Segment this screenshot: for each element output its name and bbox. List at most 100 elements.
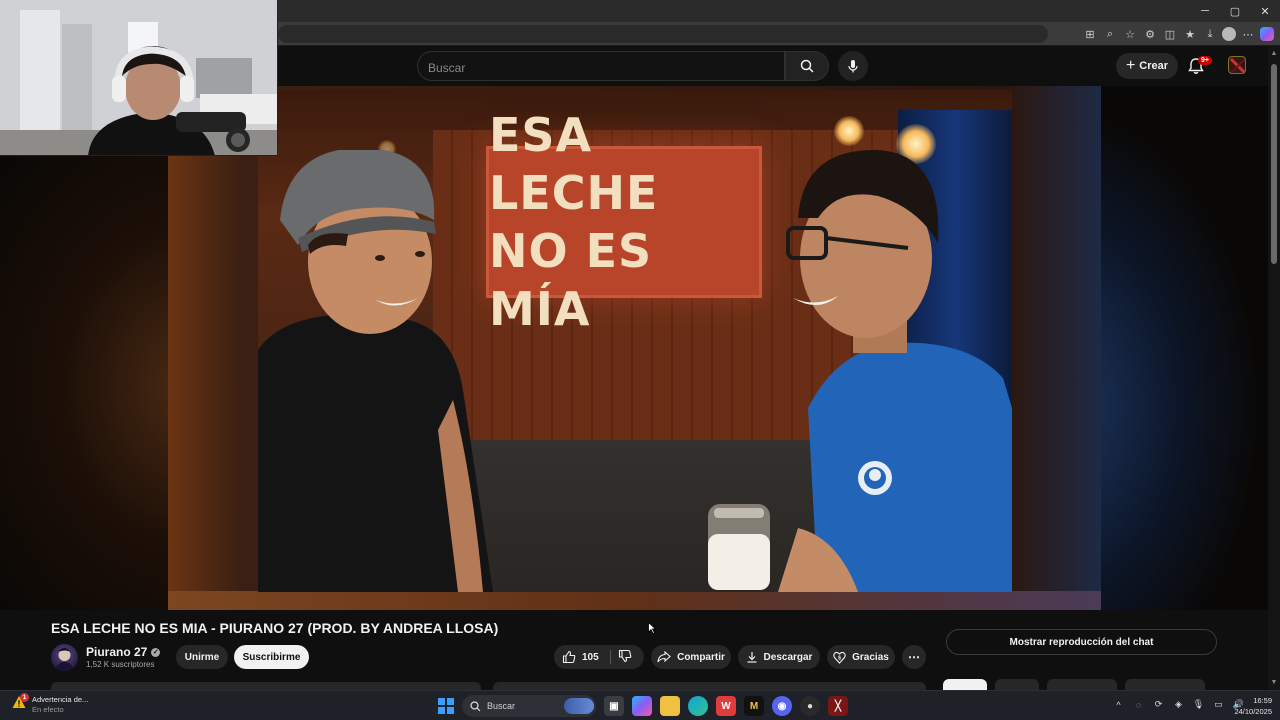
discord-app-icon[interactable]: ◉ [772,696,792,716]
more-actions-button[interactable]: ⋯ [902,645,926,669]
warning-count-badge: 1 [20,693,29,702]
capcut-app-icon[interactable]: M [744,696,764,716]
download-label: Descargar [763,651,813,663]
thumbs-up-icon[interactable] [562,650,576,664]
video-player[interactable]: ESA LECHE NO ES MÍA [0,86,1268,610]
taskbar-search-label: Buscar [487,701,516,711]
filter-chip[interactable] [1047,679,1117,690]
search-button[interactable] [785,51,829,81]
share-button[interactable]: Compartir [651,645,731,669]
scroll-up-arrow-icon[interactable]: ▲ [1270,50,1278,57]
webcam-scene [0,0,277,155]
notification-count-badge: 9+ [1198,56,1212,65]
close-icon[interactable]: ✕ [1250,0,1280,22]
sign-text-line2: NO ES MÍA [489,224,653,336]
file-explorer-icon[interactable] [660,696,680,716]
download-icon [747,652,757,663]
search-highlight-image [564,698,594,714]
tray-sync-icon[interactable]: ⟳ [1152,698,1165,711]
subscriber-count: 1,52 K suscriptores [86,660,155,669]
warning-title: Advertencia de... [32,695,89,704]
verified-check-icon: ✓ [151,647,161,657]
task-view-icon[interactable]: ▣ [604,696,624,716]
channel-name: Piurano 27 [86,645,148,659]
video-frame-edge [168,591,1101,610]
extensions-icon[interactable]: ⚙ [1142,26,1158,42]
person-left-illustration [258,150,493,592]
account-avatar[interactable] [1228,56,1246,74]
thanks-button[interactable]: $ Gracias [827,645,895,669]
filter-chip[interactable] [943,679,987,690]
url-field[interactable] [278,25,1048,43]
thumbs-down-icon[interactable] [618,649,632,663]
filter-chip[interactable] [1125,679,1205,690]
downloads-icon[interactable]: ⤓ [1202,26,1218,42]
video-thumbnail-scene: ESA LECHE NO ES MÍA [258,90,1012,592]
scroll-down-arrow-icon[interactable]: ▼ [1270,679,1278,686]
copilot-icon[interactable] [1260,27,1274,41]
voice-search-button[interactable] [838,51,868,81]
taskbar-search-box[interactable]: Buscar [462,695,596,717]
warning-icon: 1 [12,693,29,709]
thanks-label: Gracias [852,651,889,663]
taskbar-clock[interactable]: 16:59 24/10/2025 [1228,695,1272,717]
svg-text:$: $ [838,655,841,661]
video-sign: ESA LECHE NO ES MÍA [486,108,762,336]
like-count[interactable]: 105 [582,652,599,663]
search-icon [800,59,814,73]
description-box-edge[interactable] [51,682,481,690]
channel-name-link[interactable]: Piurano 27 ✓ [86,645,161,659]
taskbar-pinned-apps: ▣ W M ◉ ● ╳ [604,696,848,716]
app-grid-icon[interactable]: ⊞ [1082,26,1098,42]
screen: ─ ▢ ✕ ⊞ ⌕ ☆ ⚙ ◫ ★ ⤓ ⋯ Buscar + Crear 9+ … [0,0,1280,720]
description-box-edge[interactable] [493,682,926,690]
start-menu-windows-icon[interactable] [438,698,454,714]
plus-icon: + [1125,57,1136,74]
video-title: ESA LECHE NO ES MIA - PIURANO 27 (PROD. … [51,620,499,636]
warning-text: Advertencia de... En efecto [32,695,88,715]
steam-app-icon[interactable]: ● [800,696,820,716]
warning-subtitle: En efecto [32,705,64,714]
browser-toolbar-icons: ⊞ ⌕ ☆ ⚙ ◫ ★ ⤓ ⋯ [1082,24,1274,44]
copilot-app-icon[interactable] [632,696,652,716]
share-label: Compartir [677,651,725,663]
super-thanks-icon: $ [833,651,846,664]
tray-shield-icon[interactable]: ◈ [1172,698,1185,711]
clock-date: 24/10/2025 [1234,707,1272,716]
profile-avatar-icon[interactable] [1222,27,1236,41]
microphone-icon[interactable]: 🎙 [1192,698,1205,711]
webcam-overlay [0,0,278,156]
tray-app-icon[interactable]: ◌ [1132,698,1145,711]
window-controls: ─ ▢ ✕ [1190,0,1280,22]
join-button[interactable]: Unirme [176,645,228,669]
download-button[interactable]: Descargar [738,645,820,669]
filter-chip[interactable] [995,679,1039,690]
page-scrollbar[interactable]: ▲ ▼ [1268,46,1280,690]
streaming-app-icon[interactable]: ╳ [828,696,848,716]
display-icon[interactable]: ▭ [1212,698,1225,711]
browser-menu-icon[interactable]: ⋯ [1240,26,1256,42]
weather-warning-widget[interactable]: 1 Advertencia de... En efecto [12,693,88,715]
sign-text-line1: ESA LECHE [489,108,659,220]
subscribe-button[interactable]: Suscribirme [234,645,309,669]
split-screen-icon[interactable]: ◫ [1162,26,1178,42]
favorites-icon[interactable]: ★ [1182,26,1198,42]
maximize-icon[interactable]: ▢ [1220,0,1250,22]
favorite-star-icon[interactable]: ☆ [1122,26,1138,42]
scrollbar-thumb[interactable] [1271,64,1277,264]
more-icon: ⋯ [908,650,920,664]
edge-browser-icon[interactable] [688,696,708,716]
search-icon [470,700,481,711]
minimize-icon[interactable]: ─ [1190,0,1220,22]
windows-taskbar: 1 Advertencia de... En efecto Buscar ▣ W… [0,690,1280,720]
search-input[interactable]: Buscar [417,51,785,81]
show-chat-replay-button[interactable]: Mostrar reproducción del chat [946,629,1217,655]
create-button[interactable]: + Crear [1116,53,1178,79]
channel-avatar[interactable] [51,644,78,671]
wps-office-icon[interactable]: W [716,696,736,716]
share-arrow-icon [657,651,671,663]
like-divider [610,650,611,664]
tray-overflow-chevron-icon[interactable]: ^ [1112,698,1125,711]
zoom-icon[interactable]: ⌕ [1102,26,1118,42]
subscribe-label: Suscribirme [242,651,301,663]
